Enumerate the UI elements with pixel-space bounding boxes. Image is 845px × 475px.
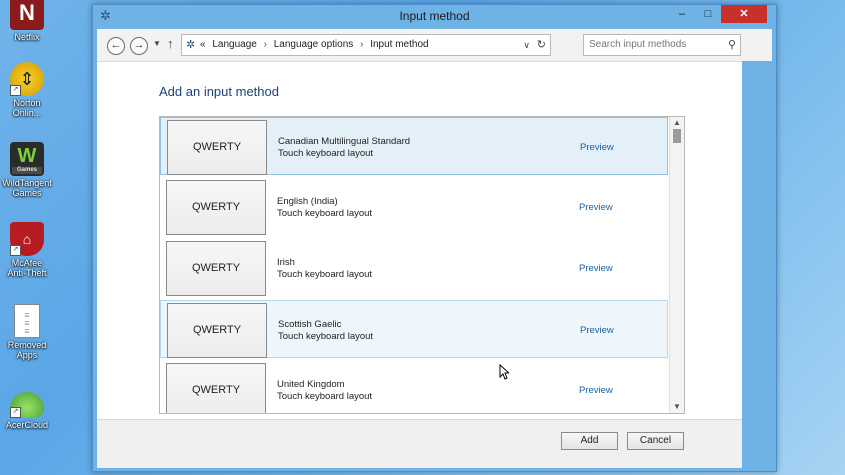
main-content: Add an input method QWERTY Canadian Mult… [97,61,742,420]
address-field[interactable]: ✲ « Language › Language options › Input … [181,34,551,56]
document-icon: ≡ ≡ ≡ [14,304,40,338]
breadcrumb-language-options[interactable]: Language options [274,39,354,50]
mouse-pointer-icon [499,364,509,380]
list-item[interactable]: QWERTY Irish Touch keyboard layout Previ… [160,239,668,297]
item-name: English (India) [277,196,338,207]
breadcrumb-language[interactable]: Language [212,39,257,50]
shortcut-arrow-icon: ↗ [10,407,21,418]
item-type: Touch keyboard layout [277,391,373,402]
search-input[interactable] [587,38,719,51]
dialog-footer: Add Cancel [97,419,742,468]
desktop-icon-acercloud[interactable]: ↗ AcerCloud [2,386,52,430]
netflix-icon: N [10,0,44,30]
breadcrumb-separator-icon[interactable]: › [264,39,267,50]
desktop-icon-norton[interactable]: ⇕ ↗ Norton Onlin... [2,62,52,118]
add-button[interactable]: Add [561,432,618,450]
desktop-icon-label: Norton Onlin... [12,98,42,118]
address-bar: ← → ▼ ↑ ✲ « Language › Language options … [97,29,772,61]
item-name: Canadian Multilingual Standard [278,136,411,147]
title-bar[interactable]: ✲ Input method – □ ✕ [93,5,776,29]
maximize-button[interactable]: □ [695,5,721,23]
recent-locations-chevron-icon[interactable]: ▼ [153,39,161,48]
cloud-icon: ↗ [10,392,44,418]
scroll-down-icon[interactable]: ▼ [670,401,684,413]
games-badge: Games [12,167,42,174]
desktop-icon-netflix[interactable]: N Netflix [2,0,52,42]
keyboard-thumbnail: QWERTY [166,241,266,296]
scroll-up-icon[interactable]: ▲ [670,117,684,129]
close-button[interactable]: ✕ [721,5,767,23]
preview-link[interactable]: Preview [580,325,614,336]
mcafee-shield-icon: ⌂ ↗ [10,222,44,256]
item-name: Irish [277,257,295,268]
shortcut-arrow-icon: ↗ [10,245,21,256]
item-type: Touch keyboard layout [278,148,374,159]
cancel-button[interactable]: Cancel [627,432,684,450]
list-item[interactable]: QWERTY Scottish Gaelic Touch keyboard la… [160,300,668,358]
minimize-button[interactable]: – [669,5,695,23]
item-type: Touch keyboard layout [278,331,374,342]
input-method-window: ✲ Input method – □ ✕ ← → ▼ ↑ ✲ « Languag… [92,4,777,472]
scrollbar-thumb[interactable] [673,129,681,143]
refresh-icon[interactable]: ↻ [537,35,546,55]
control-panel-icon: ✲ [186,39,196,51]
desktop-icon-label: AcerCloud [5,420,49,430]
address-dropdown-icon[interactable]: ∨ [523,35,530,55]
search-icon[interactable]: ⚲ [728,35,736,55]
input-method-list: QWERTY Canadian Multilingual Standard To… [159,116,685,414]
keyboard-thumbnail: QWERTY [166,363,266,413]
desktop-icon-removed-apps[interactable]: ≡ ≡ ≡ Removed Apps [2,304,52,360]
norton-icon: ⇕ ↗ [10,62,44,96]
keyboard-thumbnail: QWERTY [166,180,266,235]
item-name: United Kingdom [277,379,345,390]
item-type: Touch keyboard layout [277,269,373,280]
list-item[interactable]: QWERTY United Kingdom Touch keyboard lay… [160,361,668,413]
breadcrumb-input-method[interactable]: Input method [370,39,428,50]
preview-link[interactable]: Preview [579,263,613,274]
breadcrumb-separator-icon[interactable]: › [360,39,363,50]
search-field[interactable]: ⚲ [583,34,741,56]
wildtangent-icon: W Games [10,142,44,176]
breadcrumb-prefix[interactable]: « [200,39,206,50]
desktop-icon-wildtangent[interactable]: W Games WildTangent Games [2,142,52,198]
list-item[interactable]: QWERTY English (India) Touch keyboard la… [160,178,668,236]
desktop-icon-label: Removed Apps [7,340,47,360]
desktop-icon-label: Netflix [14,32,40,42]
list-item[interactable]: QWERTY Canadian Multilingual Standard To… [160,117,668,175]
keyboard-thumbnail: QWERTY [167,120,267,175]
item-name: Scottish Gaelic [278,319,342,330]
vertical-scrollbar[interactable]: ▲ ▼ [669,117,684,413]
preview-link[interactable]: Preview [580,142,614,153]
forward-arrow-icon[interactable]: → [130,37,148,55]
page-title: Add an input method [159,84,279,99]
desktop-icon-mcafee[interactable]: ⌂ ↗ McAfee Anti-Theft [2,222,52,278]
keyboard-thumbnail: QWERTY [167,303,267,358]
item-type: Touch keyboard layout [277,208,373,219]
preview-link[interactable]: Preview [579,385,613,396]
desktop-icon-label: McAfee Anti-Theft [7,258,47,278]
shortcut-arrow-icon: ↗ [10,85,21,96]
back-arrow-icon[interactable]: ← [107,37,125,55]
desktop-icon-label: WildTangent Games [2,178,52,198]
up-arrow-icon[interactable]: ↑ [167,36,174,51]
preview-link[interactable]: Preview [579,202,613,213]
